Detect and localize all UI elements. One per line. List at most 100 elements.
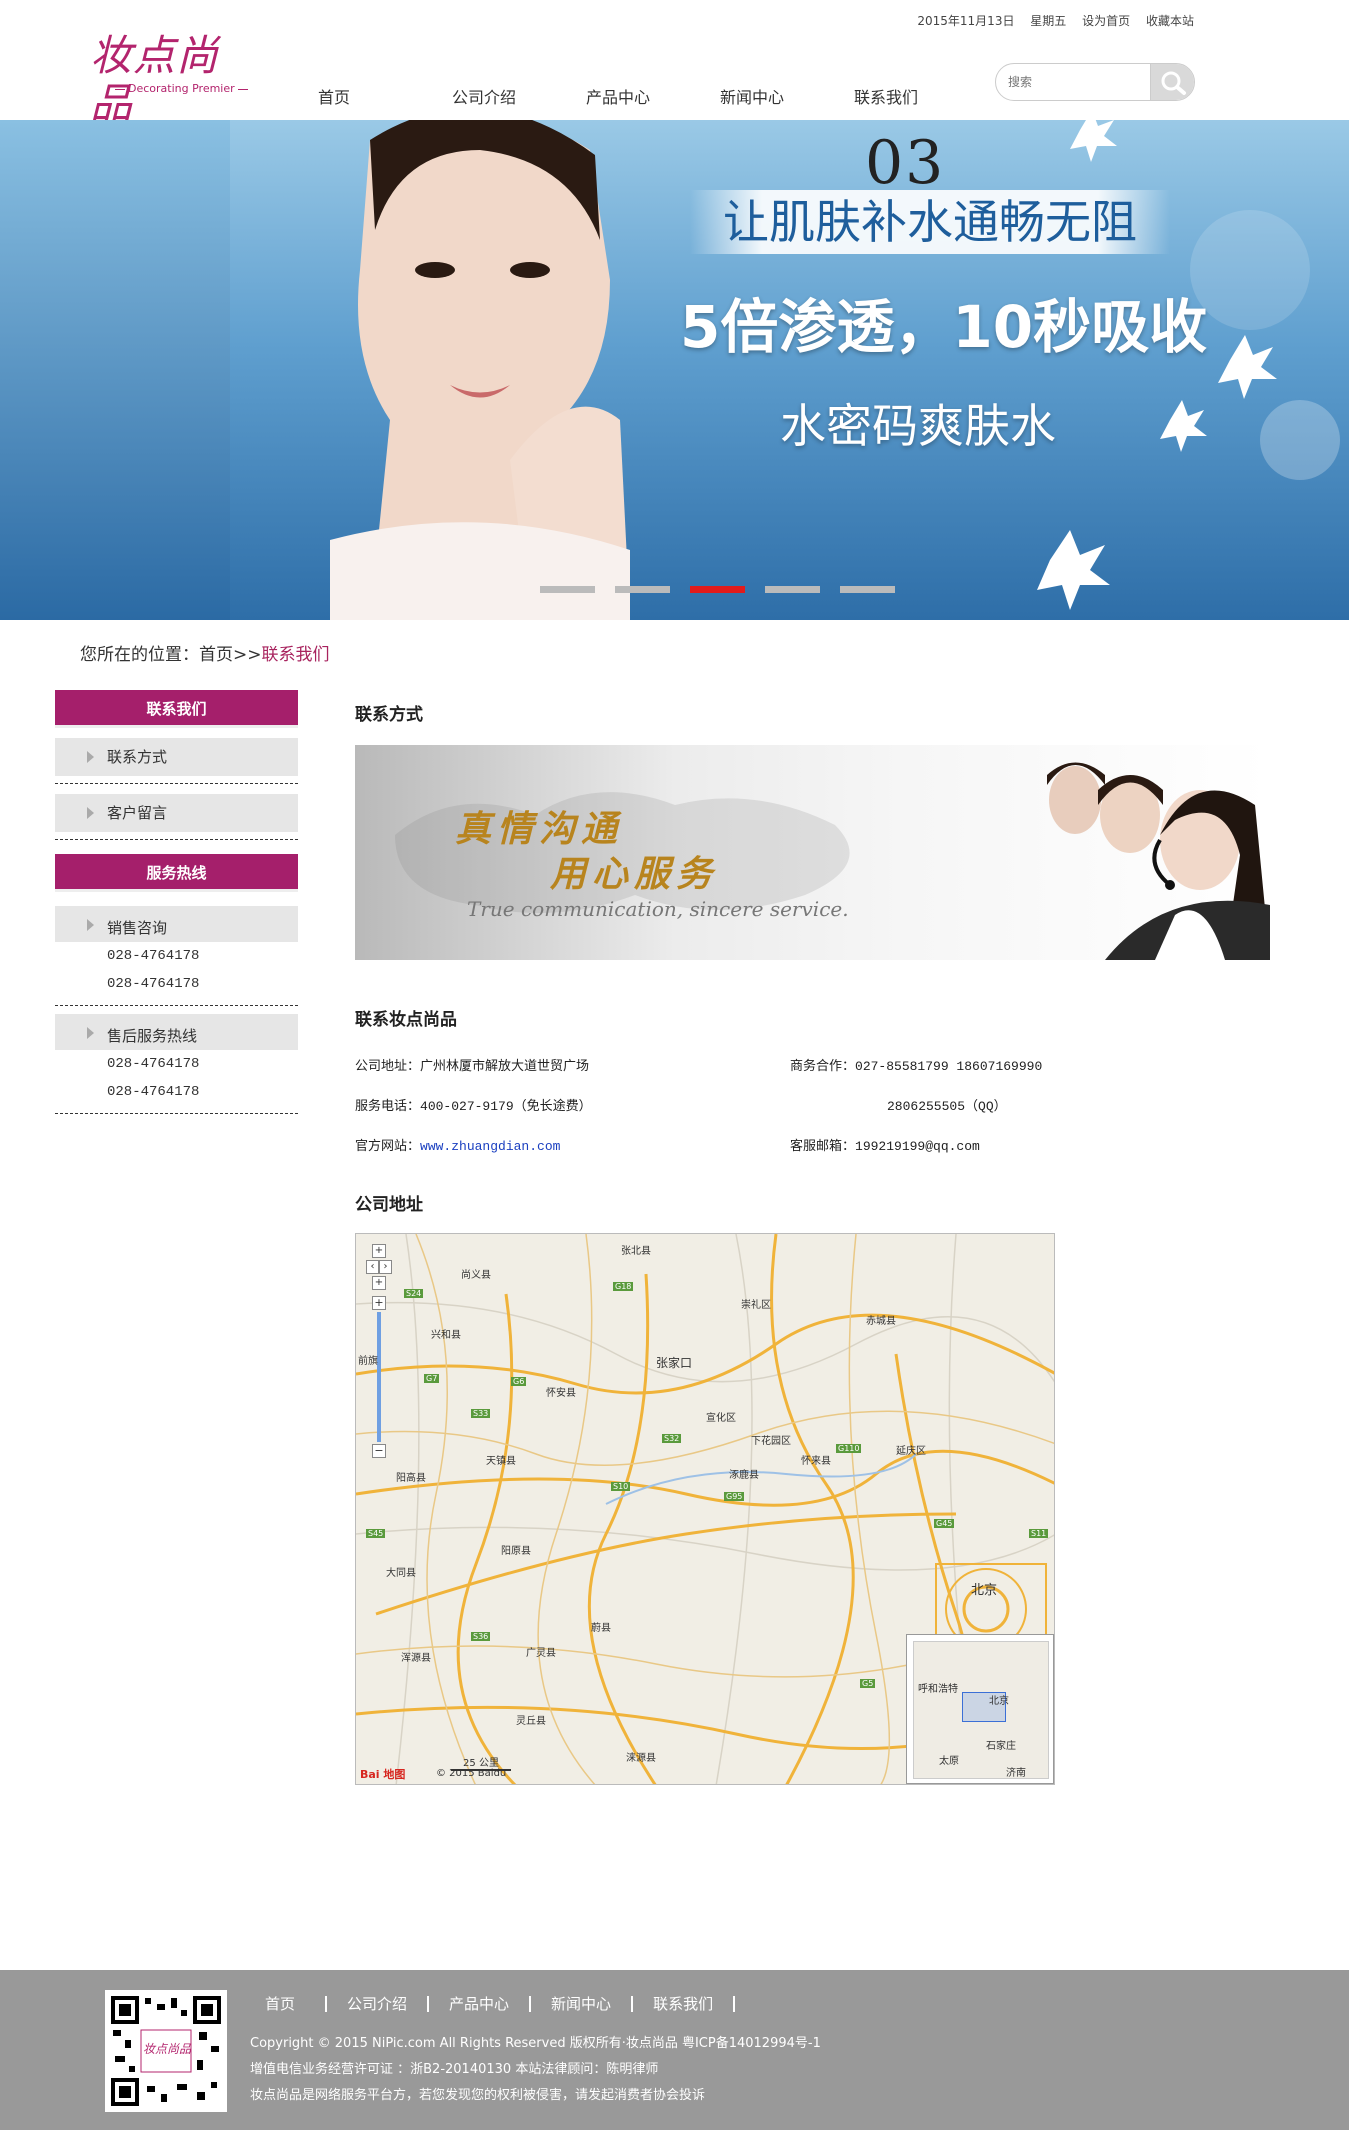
section-title-company: 联系妆点尚品: [355, 1010, 457, 1030]
footer-nav-about[interactable]: 公司介绍: [327, 1996, 430, 2012]
logo-text: 妆点尚品: [90, 31, 220, 128]
biz-value: 027-85581799 18607169990: [855, 1059, 1043, 1074]
banner-slogan-2: 用心服务: [550, 853, 719, 895]
logo[interactable]: 妆点尚品 Decorating Premier: [90, 32, 251, 128]
divider: [55, 998, 298, 1006]
call-center-staff: [1047, 762, 1270, 960]
qr-code: 妆点尚品: [105, 1990, 227, 2112]
sidebar-item-aftersales[interactable]: 售后服务热线: [55, 1014, 298, 1050]
overview-map-inner: 呼和浩特 北京 石家庄 太原 济南: [913, 1641, 1049, 1779]
slide-dot-2[interactable]: [615, 586, 670, 593]
slide-dot-4[interactable]: [765, 586, 820, 593]
search-icon: [1161, 71, 1186, 95]
banner-slogan-en: True communication, sincere service.: [467, 897, 849, 921]
sidebar-item-messages[interactable]: 客户留言: [55, 794, 298, 832]
email-label: 客服邮箱：: [790, 1139, 856, 1154]
map-copyright: © 2015 Baidu: [436, 1768, 507, 1779]
nav-about[interactable]: 公司介绍: [434, 84, 568, 108]
sidebar-item-contact-methods[interactable]: 联系方式: [55, 738, 298, 776]
road-shield: S45: [366, 1529, 386, 1538]
map-label: 太原: [939, 1756, 959, 1767]
phone-value: 400-027-9179（免长途费）: [420, 1099, 592, 1114]
road-shield: S11: [1029, 1529, 1049, 1538]
search-box: [995, 63, 1195, 101]
footer-nav: 首页 公司介绍 产品中心 新闻中心 联系我们: [245, 1996, 736, 2012]
sidebar-hotline-header: 服务热线: [55, 854, 298, 892]
model-portrait: [330, 120, 630, 620]
date-text: 2015年11月13日: [917, 14, 1015, 28]
map-brand-logo: Bai 地图: [360, 1768, 406, 1781]
site-footer: 妆点尚品 首页 公司介绍 产品中心 新闻中心 联系我们 Copyright © …: [0, 1970, 1349, 2130]
sidebar-item-sales[interactable]: 销售咨询: [55, 906, 298, 942]
nav-contact[interactable]: 联系我们: [836, 84, 970, 108]
footer-license: 增值电信业务经营许可证 ：浙B2-20140130 本站法律顾问：陈明律师: [250, 2062, 659, 2077]
phone-row: 服务电话：400-027-9179（免长途费）: [355, 1095, 592, 1114]
phone-label: 服务电话：: [355, 1099, 421, 1114]
logo-subtitle: Decorating Premier: [112, 82, 251, 95]
footer-notice: 妆点尚品是网络服务平台方，若您发现您的权利被侵害，请发起消费者协会投诉: [250, 2088, 706, 2103]
sales-phone: 028-4764178: [107, 976, 200, 992]
slide-dot-5[interactable]: [840, 586, 895, 593]
footer-nav-products[interactable]: 产品中心: [429, 1996, 532, 2012]
banner-product: 水密码爽肤水: [780, 399, 1056, 453]
nav-home[interactable]: 首页: [300, 84, 434, 108]
road-shield: S24: [404, 1289, 424, 1298]
address-value: 广州林厦市解放大道世贸广场: [420, 1059, 590, 1074]
search-button[interactable]: [1150, 64, 1194, 100]
qq-value: 2806255505（QQ）: [887, 1099, 1007, 1114]
map-label: 石家庄: [986, 1741, 1016, 1752]
slide-number: 03: [865, 128, 946, 198]
overview-map[interactable]: 呼和浩特 北京 石家庄 太原 济南: [906, 1634, 1054, 1784]
divider: [55, 832, 298, 840]
footer-nav-contact[interactable]: 联系我们: [633, 1996, 736, 2012]
top-bar: 2015年11月13日 星期五 设为首页 收藏本站: [905, 12, 1194, 29]
footer-nav-home[interactable]: 首页: [245, 1996, 328, 2012]
banner-left-panel: [0, 120, 230, 620]
breadcrumb: 您所在的位置：首页>>联系我们: [80, 640, 330, 665]
road-shield: G110: [836, 1444, 862, 1453]
sidebar-contact-header: 联系我们: [55, 690, 298, 728]
divider: [55, 776, 298, 784]
nav-products[interactable]: 产品中心: [568, 84, 702, 108]
breadcrumb-prefix[interactable]: 您所在的位置：首页>>: [80, 645, 262, 665]
road-shield: G7: [424, 1374, 440, 1383]
email-value: 199219199@qq.com: [855, 1139, 980, 1154]
road-shield: G5: [860, 1679, 876, 1688]
road-shield: G45: [934, 1519, 955, 1528]
banner-headline: 让肌肤补水通畅无阻: [690, 190, 1170, 254]
road-shield: S32: [662, 1434, 682, 1443]
location-map[interactable]: + ‹ › + + − 张北县 尚义县 崇礼区 赤城县 兴和县 张家口 怀安县 宣…: [355, 1233, 1055, 1785]
qr-logo: 妆点尚品: [143, 2042, 192, 2056]
set-home-link[interactable]: 设为首页: [1082, 14, 1130, 28]
sidebar: 联系我们 联系方式 客户留言 服务热线 销售咨询 028-4764178 028…: [55, 690, 298, 1114]
site-row: 官方网站：www.zhuangdian.com: [355, 1135, 560, 1154]
road-shield: G6: [511, 1377, 527, 1386]
banner-subheadline: 5倍渗透，10秒吸收: [680, 293, 1208, 361]
slide-dot-1[interactable]: [540, 586, 595, 593]
qq-row: 2806255505（QQ）: [887, 1095, 1007, 1114]
breadcrumb-current: 联系我们: [261, 645, 330, 665]
map-label: 呼和浩特: [918, 1684, 958, 1695]
nav-news[interactable]: 新闻中心: [702, 84, 836, 108]
road-shield: S36: [471, 1632, 491, 1641]
sales-phone: 028-4764178: [107, 948, 200, 964]
divider: [55, 1106, 298, 1114]
biz-row: 商务合作：027-85581799 18607169990: [790, 1055, 1042, 1074]
email-row: 客服邮箱：199219199@qq.com: [790, 1135, 980, 1154]
road-shield: S33: [471, 1409, 491, 1418]
service-banner: 真情沟通 用心服务 True communication, sincere se…: [355, 745, 1270, 960]
site-header: 妆点尚品 Decorating Premier 2015年11月13日 星期五 …: [0, 0, 1349, 128]
site-link[interactable]: www.zhuangdian.com: [420, 1139, 560, 1154]
bookmark-link[interactable]: 收藏本站: [1146, 14, 1194, 28]
slide-indicators: [540, 586, 915, 593]
main-nav: 首页 公司介绍 产品中心 新闻中心 联系我们: [300, 84, 970, 108]
weekday-text: 星期五: [1030, 14, 1067, 28]
section-title-contact: 联系方式: [355, 705, 423, 725]
footer-nav-news[interactable]: 新闻中心: [531, 1996, 634, 2012]
hero-banner: 03 让肌肤补水通畅无阻 5倍渗透，10秒吸收 水密码爽肤水: [0, 120, 1349, 620]
road-shield: G18: [613, 1282, 634, 1291]
map-label: 济南: [1006, 1768, 1026, 1779]
slide-dot-3[interactable]: [690, 586, 745, 593]
search-input[interactable]: [1008, 72, 1138, 92]
map-label: 北京: [989, 1696, 1009, 1707]
